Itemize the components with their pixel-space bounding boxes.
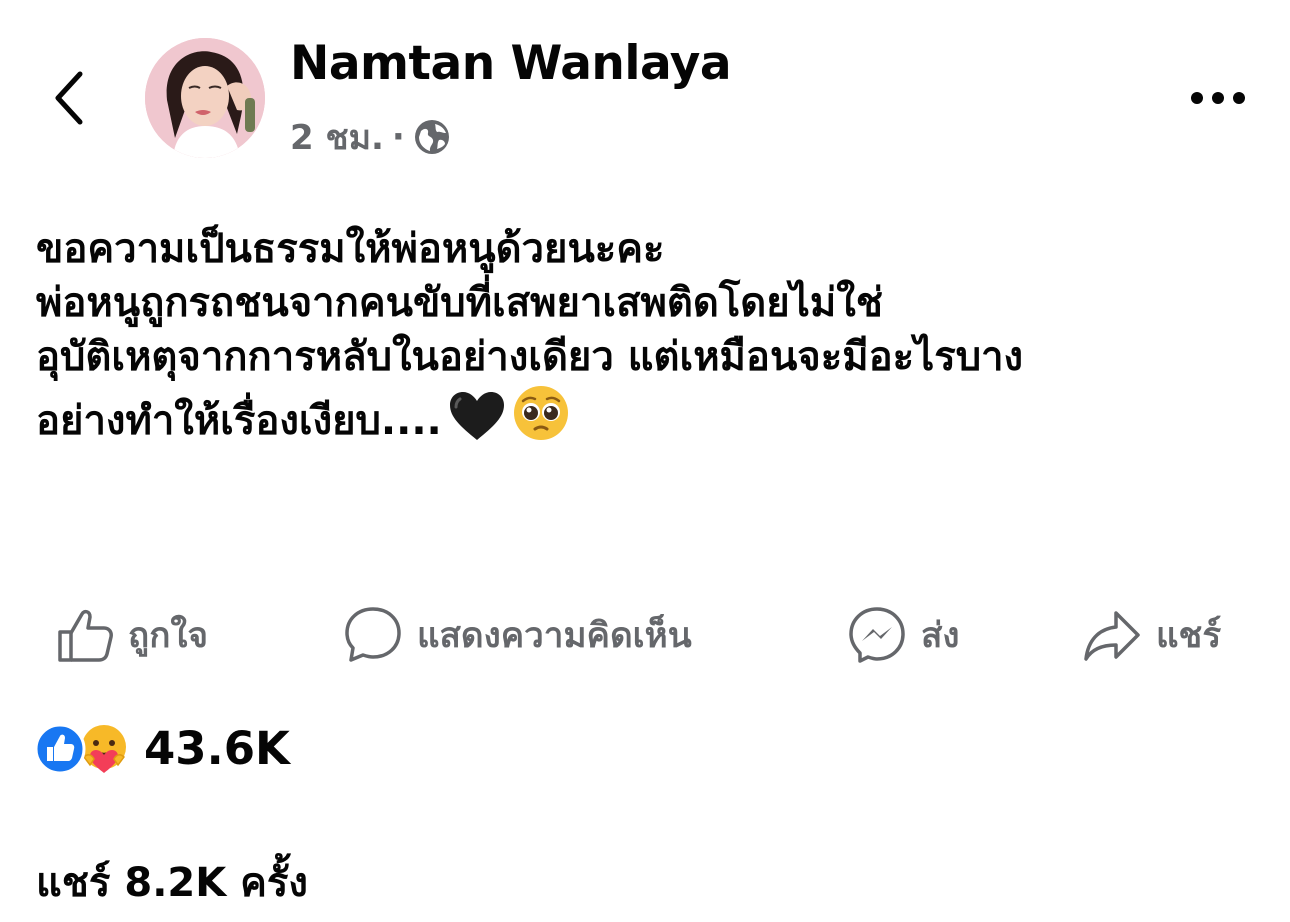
share-button[interactable]: แชร์ [1082,600,1221,670]
shares-count[interactable]: แชร์ 8.2K ครั้ง [36,850,308,914]
send-button[interactable]: ส่ง [847,600,959,670]
more-horizontal-icon [1191,92,1245,104]
like-reaction-icon [34,723,86,774]
avatar[interactable] [145,38,265,158]
author-name[interactable]: Namtan Wanlaya [290,36,732,91]
reaction-count[interactable]: 43.6K [144,722,290,775]
reactions-summary[interactable]: 43.6K [34,722,290,775]
shares-number: 8.2K [124,860,227,906]
comment-button[interactable]: แสดงความคิดเห็น [343,600,692,670]
post-text-line: ขอความเป็นธรรมให้พ่อหนูด้วยนะคะ [36,226,665,272]
more-options-button[interactable] [1186,74,1250,122]
shares-prefix: แชร์ [36,860,111,906]
pleading-face-icon [512,384,570,456]
post-time[interactable]: 2 ชม. [290,110,384,164]
black-heart-icon [448,390,506,456]
like-label: ถูกใจ [128,615,208,656]
post-text-line: อย่างทำให้เรื่องเงียบ.... [36,398,442,444]
post-meta: 2 ชม. · [290,110,451,164]
send-label: ส่ง [921,615,960,656]
shares-suffix: ครั้ง [240,860,308,906]
post-text-line: อุบัติเหตุจากการหลับในอย่างเดียว แต่เหมื… [36,334,1024,380]
meta-separator: · [391,117,405,157]
chevron-left-icon [55,71,83,125]
post-text-line-last: อย่างทำให้เรื่องเงียบ.... [36,384,1256,456]
like-button[interactable]: ถูกใจ [56,600,208,670]
post-text: ขอความเป็นธรรมให้พ่อหนูด้วยนะคะ พ่อหนูถู… [36,222,1256,456]
share-arrow-icon [1084,611,1140,661]
comment-label: แสดงความคิดเห็น [417,615,692,656]
globe-icon [414,120,449,154]
share-label: แชร์ [1156,615,1222,656]
comment-icon [345,607,401,662]
post-text-line: พ่อหนูถูกรถชนจากคนขับที่เสพยาเสพติดโดยไม… [36,280,883,326]
messenger-icon [849,607,905,663]
avatar-photo [145,38,265,158]
back-button[interactable] [40,62,100,134]
thumbs-up-icon [58,609,113,662]
